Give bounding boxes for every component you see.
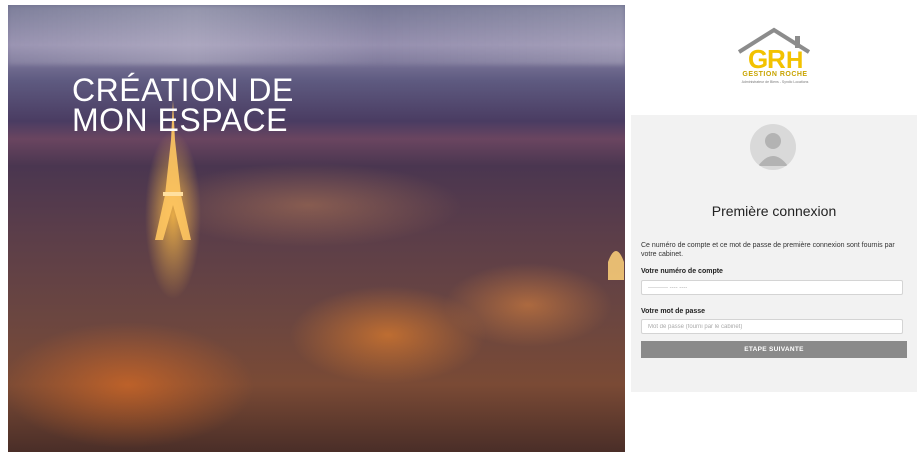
logo-tagline: Administrateur de Biens - Syndic Locatio… xyxy=(741,80,809,84)
account-number-input[interactable] xyxy=(641,280,903,295)
user-avatar-icon xyxy=(750,124,796,170)
svg-text:G: G xyxy=(748,44,768,74)
login-description: Ce numéro de compte et ce mot de passe d… xyxy=(641,242,895,258)
next-step-button[interactable]: ETAPE SUIVANTE xyxy=(641,341,907,358)
password-input[interactable] xyxy=(641,319,903,334)
svg-text:R: R xyxy=(767,44,786,74)
hero-image-paris: CRÉATION DE MON ESPACE xyxy=(8,5,625,452)
svg-text:H: H xyxy=(786,47,803,74)
dome-glow xyxy=(608,251,624,280)
login-title: Première connexion xyxy=(711,203,837,219)
password-label: Votre mot de passe xyxy=(641,308,706,315)
logo-brand-name: GESTION ROCHE xyxy=(742,71,808,78)
hero-title: CRÉATION DE MON ESPACE xyxy=(72,72,294,138)
account-number-label: Votre numéro de compte xyxy=(641,268,723,275)
